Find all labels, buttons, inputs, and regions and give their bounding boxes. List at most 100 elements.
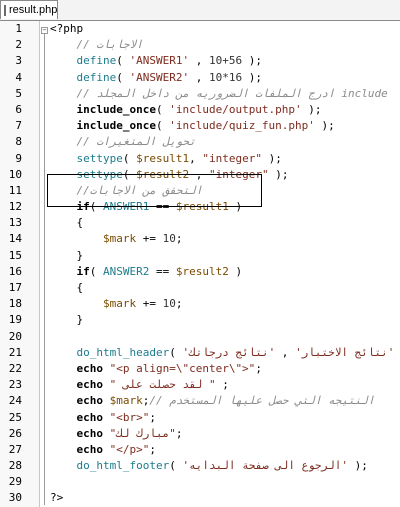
code-line[interactable]: 30 ?> bbox=[0, 490, 400, 506]
code-line[interactable]: 8 // تحويل المتغيرات bbox=[0, 134, 400, 150]
line-number: 10 bbox=[8, 167, 22, 181]
line-text: // ادرج الملفات الضروريه من داخل المجلد … bbox=[50, 86, 387, 102]
code-token: do_html_header bbox=[50, 345, 170, 359]
code-token: ( bbox=[122, 151, 137, 165]
code-token: // تحويل المتغيرات bbox=[50, 135, 196, 149]
line-number: 2 bbox=[15, 38, 22, 52]
line-text: include_once( 'include/output.php' ); bbox=[50, 102, 322, 118]
code-line[interactable]: 3 define( 'ANSWER1' , 10+56 ); bbox=[0, 53, 400, 69]
code-line[interactable]: 20 bbox=[0, 329, 400, 345]
line-number: 25 bbox=[8, 410, 22, 424]
tab-result-php[interactable]: result.php bbox=[0, 0, 58, 19]
code-token: , bbox=[189, 70, 209, 84]
code-token: , bbox=[275, 345, 296, 359]
line-text: echo "مبارك لك"; bbox=[50, 426, 182, 442]
code-line[interactable]: 17 { bbox=[0, 280, 400, 296]
code-token: 'include/output.php' bbox=[169, 102, 302, 116]
line-text: do_html_footer( 'الرجوع الى صفحة البدايه… bbox=[50, 458, 367, 474]
code-line[interactable]: 13 { bbox=[0, 215, 400, 231]
code-token: ; bbox=[175, 232, 183, 246]
line-number: 28 bbox=[8, 459, 22, 473]
line-number: 14 bbox=[8, 232, 22, 246]
code-token: echo bbox=[50, 410, 103, 424]
line-text: <?php bbox=[50, 21, 83, 37]
code-token: $mark bbox=[102, 232, 137, 246]
code-line[interactable]: 29 bbox=[0, 474, 400, 490]
line-number: 23 bbox=[8, 378, 22, 392]
code-line[interactable]: 26 echo "مبارك لك"; bbox=[0, 426, 400, 442]
code-line[interactable]: 28 do_html_footer( 'الرجوع الى صفحة البد… bbox=[0, 458, 400, 474]
code-token: " لقد حصلت على " bbox=[109, 378, 216, 392]
code-token: ); bbox=[301, 102, 322, 116]
code-line[interactable]: 2 // الاجابات bbox=[0, 37, 400, 53]
line-number: 12 bbox=[8, 200, 22, 214]
code-line[interactable]: 25 echo "<br>"; bbox=[0, 410, 400, 426]
code-line[interactable]: 14 $mark += 10; bbox=[0, 231, 400, 247]
line-text: ?> bbox=[50, 490, 63, 506]
code-line[interactable]: 15 } bbox=[0, 248, 400, 264]
code-area[interactable]: 1 <?php 2 // الاجابات 3 define( 'ANSWER1' ,… bbox=[0, 21, 400, 507]
code-token: "integer" bbox=[202, 151, 262, 165]
line-text: echo "<br>"; bbox=[50, 410, 156, 426]
line-text: if( ANSWER2 == $result2 ) bbox=[50, 264, 242, 280]
code-line[interactable]: 24 echo $mark;// النتيجه التي حصل عليها … bbox=[0, 393, 400, 409]
code-line[interactable]: 5 // ادرج الملفات الضروريه من داخل المجل… bbox=[0, 86, 400, 102]
code-token: 'الرجوع الى صفحة البدايه' bbox=[182, 459, 349, 473]
code-line[interactable]: 7 include_once( 'include/quiz_fun.php' )… bbox=[0, 118, 400, 134]
line-text: echo "</p>"; bbox=[50, 442, 156, 458]
line-text: echo " لقد حصلت على " ; bbox=[50, 377, 229, 393]
code-line[interactable]: 18 $mark += 10; bbox=[0, 296, 400, 312]
code-token: ( bbox=[155, 119, 170, 133]
code-line[interactable]: 6 include_once( 'include/output.php' ); bbox=[0, 102, 400, 118]
code-token: 10 bbox=[162, 232, 176, 246]
code-token: ( bbox=[89, 264, 103, 278]
code-token: } bbox=[50, 313, 84, 327]
code-token: ); bbox=[394, 346, 400, 359]
line-number: 13 bbox=[8, 216, 22, 230]
line-number: 30 bbox=[8, 491, 22, 505]
code-token: += bbox=[136, 232, 163, 246]
code-token: "مبارك لك" bbox=[109, 426, 176, 440]
code-token: echo bbox=[50, 426, 103, 440]
code-line[interactable]: 16 if( ANSWER2 == $result2 ) bbox=[0, 264, 400, 280]
line-text: $mark += 10; bbox=[50, 296, 183, 312]
code-token: define bbox=[50, 54, 117, 68]
line-text: do_html_header( 'نتائج الاختبار' , 'نتائ… bbox=[50, 345, 400, 361]
line-number: 29 bbox=[8, 475, 22, 489]
code-token: 10*16 bbox=[208, 70, 243, 84]
line-text: { bbox=[50, 215, 83, 231]
line-number: 15 bbox=[8, 248, 22, 262]
code-editor[interactable]: − 1 <?php 2 // الاجابات 3 define( 'ANSWER1'… bbox=[0, 21, 400, 507]
code-token: ) bbox=[228, 264, 243, 278]
code-line[interactable]: 22 echo "<p align=\"center\">"; bbox=[0, 361, 400, 377]
highlight-box bbox=[47, 174, 262, 207]
code-line[interactable]: 19 } bbox=[0, 312, 400, 328]
code-line[interactable]: 23 echo " لقد حصلت على " ; bbox=[0, 377, 400, 393]
code-line[interactable]: 4 define( 'ANSWER2' , 10*16 ); bbox=[0, 70, 400, 86]
line-text: { bbox=[50, 280, 83, 296]
line-text: } bbox=[50, 248, 83, 264]
code-token: $result1 bbox=[136, 151, 190, 165]
code-token: do_html_footer bbox=[50, 459, 170, 473]
line-number: 9 bbox=[15, 151, 22, 165]
code-line[interactable]: 21 do_html_header( 'نتائج الاختبار' , 'ن… bbox=[0, 345, 400, 361]
code-line[interactable]: 27 echo "</p>"; bbox=[0, 442, 400, 458]
code-token: // الاجابات bbox=[50, 38, 143, 52]
line-number: 4 bbox=[15, 70, 22, 84]
line-number: 5 bbox=[15, 86, 22, 100]
code-line[interactable]: 1 <?php bbox=[0, 21, 400, 37]
code-token: ( bbox=[169, 345, 183, 359]
code-token: ; bbox=[149, 442, 156, 456]
code-token: == bbox=[149, 264, 176, 278]
code-token: ; bbox=[175, 297, 183, 311]
code-token: 'ANSWER1' bbox=[129, 54, 190, 68]
code-token: ; bbox=[215, 378, 229, 392]
code-line[interactable]: 9 settype( $result1, "integer" ); bbox=[0, 151, 400, 167]
